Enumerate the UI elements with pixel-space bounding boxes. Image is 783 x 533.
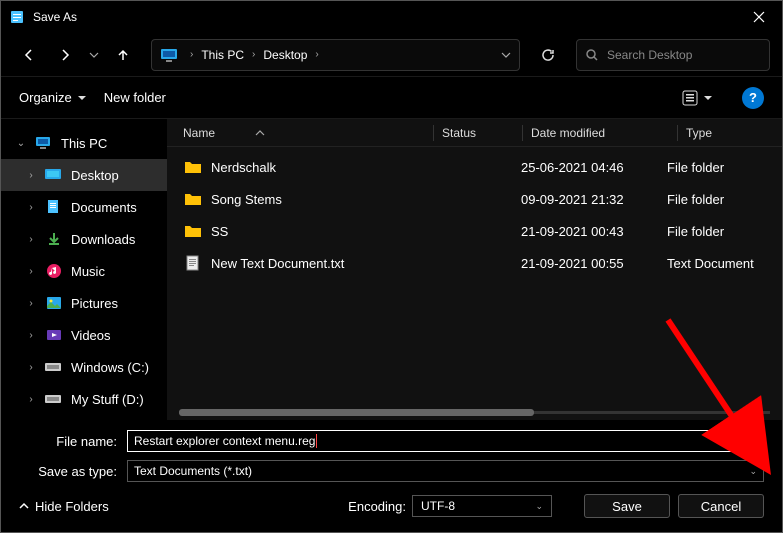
file-pane: Name Status Date modified Type Nerdschal… [167, 119, 782, 420]
new-folder-button[interactable]: New folder [104, 90, 166, 105]
forward-button[interactable] [49, 39, 81, 71]
tree-this-pc[interactable]: ⌄ This PC [1, 127, 167, 159]
list-view-icon [682, 90, 700, 106]
chevron-down-icon[interactable]: ⌄ [749, 436, 757, 447]
pictures-icon [45, 295, 63, 311]
caret-down-icon [78, 94, 86, 102]
chevron-right-icon: › [311, 49, 322, 60]
drive-icon [45, 391, 63, 407]
main-area: ⌄ This PC › Desktop › Documents › Downlo… [1, 119, 782, 420]
scrollbar-thumb[interactable] [179, 409, 534, 416]
file-row[interactable]: New Text Document.txt 21-09-2021 00:55 T… [167, 247, 782, 279]
back-button[interactable] [13, 39, 45, 71]
folder-icon [183, 223, 203, 239]
videos-icon [45, 327, 63, 343]
tree-pictures[interactable]: › Pictures [1, 287, 167, 319]
help-button[interactable]: ? [742, 87, 764, 109]
horizontal-scrollbar[interactable] [179, 411, 770, 414]
folder-icon [183, 191, 203, 207]
chevron-down-icon [89, 50, 99, 60]
tree-videos[interactable]: › Videos [1, 319, 167, 351]
search-input[interactable]: Search Desktop [576, 39, 770, 71]
chevron-down-icon: ⌄ [535, 501, 543, 512]
refresh-icon [540, 47, 556, 63]
monitor-icon [35, 135, 53, 151]
save-as-dialog: Save As › This PC › Desktop › [0, 0, 783, 533]
encoding-select[interactable]: UTF-8 ⌄ [412, 495, 552, 517]
cancel-button[interactable]: Cancel [678, 494, 764, 518]
chevron-up-icon [19, 501, 29, 511]
chevron-right-icon: › [25, 170, 37, 181]
close-icon [753, 11, 765, 23]
chevron-right-icon: › [186, 49, 197, 60]
address-bar[interactable]: › This PC › Desktop › [151, 39, 520, 71]
text-file-icon [183, 255, 203, 271]
window-title: Save As [33, 10, 736, 24]
arrow-left-icon [21, 47, 37, 63]
tree-music[interactable]: › Music [1, 255, 167, 287]
navigation-pane: ⌄ This PC › Desktop › Documents › Downlo… [1, 119, 167, 420]
chevron-right-icon: › [25, 234, 37, 245]
downloads-icon [45, 231, 63, 247]
chevron-down-icon: ⌄ [749, 466, 757, 477]
file-list[interactable]: Nerdschalk 25-06-2021 04:46 File folder … [167, 147, 782, 420]
up-button[interactable] [107, 39, 139, 71]
folder-icon [183, 159, 203, 175]
desktop-icon [45, 167, 63, 183]
drive-icon [45, 359, 63, 375]
file-row[interactable]: Song Stems 09-09-2021 21:32 File folder [167, 183, 782, 215]
column-date[interactable]: Date modified [531, 126, 677, 140]
filename-input[interactable]: Restart explorer context menu.reg ⌄ [127, 430, 764, 452]
chevron-right-icon: › [25, 202, 37, 213]
music-icon [45, 263, 63, 279]
save-type-label: Save as type: [19, 464, 127, 479]
tree-downloads[interactable]: › Downloads [1, 223, 167, 255]
column-type[interactable]: Type [686, 126, 782, 140]
chevron-right-icon: › [25, 266, 37, 277]
caret-down-icon [704, 94, 712, 102]
bottom-panel: File name: Restart explorer context menu… [1, 420, 782, 532]
navigation-bar: › This PC › Desktop › Search Desktop [1, 33, 782, 77]
toolbar: Organize New folder ? [1, 77, 782, 119]
close-button[interactable] [736, 1, 782, 33]
column-status[interactable]: Status [442, 126, 522, 140]
sort-up-icon [255, 129, 265, 137]
view-button[interactable] [682, 90, 712, 106]
chevron-down-icon[interactable] [501, 50, 511, 60]
hide-folders-button[interactable]: Hide Folders [19, 499, 109, 514]
tree-drive-c[interactable]: › Windows (C:) [1, 351, 167, 383]
column-headers: Name Status Date modified Type [167, 119, 782, 147]
chevron-right-icon: › [25, 298, 37, 309]
save-button[interactable]: Save [584, 494, 670, 518]
chevron-right-icon: › [248, 49, 259, 60]
search-placeholder: Search Desktop [607, 48, 692, 62]
chevron-down-icon: ⌄ [15, 138, 27, 149]
encoding-label: Encoding: [348, 499, 406, 514]
breadcrumb-desktop[interactable]: Desktop [259, 48, 311, 62]
app-icon [9, 9, 25, 25]
refresh-button[interactable] [532, 39, 564, 71]
tree-documents[interactable]: › Documents [1, 191, 167, 223]
recent-locations-button[interactable] [85, 39, 103, 71]
file-row[interactable]: Nerdschalk 25-06-2021 04:46 File folder [167, 151, 782, 183]
documents-icon [45, 199, 63, 215]
filename-label: File name: [19, 434, 127, 449]
file-row[interactable]: SS 21-09-2021 00:43 File folder [167, 215, 782, 247]
chevron-right-icon: › [25, 330, 37, 341]
chevron-right-icon: › [25, 362, 37, 373]
arrow-up-icon [115, 47, 131, 63]
text-cursor [316, 434, 317, 448]
column-name[interactable]: Name [183, 126, 433, 140]
tree-drive-d[interactable]: › My Stuff (D:) [1, 383, 167, 415]
monitor-icon [160, 47, 180, 63]
breadcrumb-this-pc[interactable]: This PC [197, 48, 248, 62]
arrow-right-icon [57, 47, 73, 63]
titlebar: Save As [1, 1, 782, 33]
chevron-right-icon: › [25, 394, 37, 405]
tree-desktop[interactable]: › Desktop [1, 159, 167, 191]
organize-button[interactable]: Organize [19, 90, 86, 105]
search-icon [585, 48, 599, 62]
save-type-select[interactable]: Text Documents (*.txt) ⌄ [127, 460, 764, 482]
